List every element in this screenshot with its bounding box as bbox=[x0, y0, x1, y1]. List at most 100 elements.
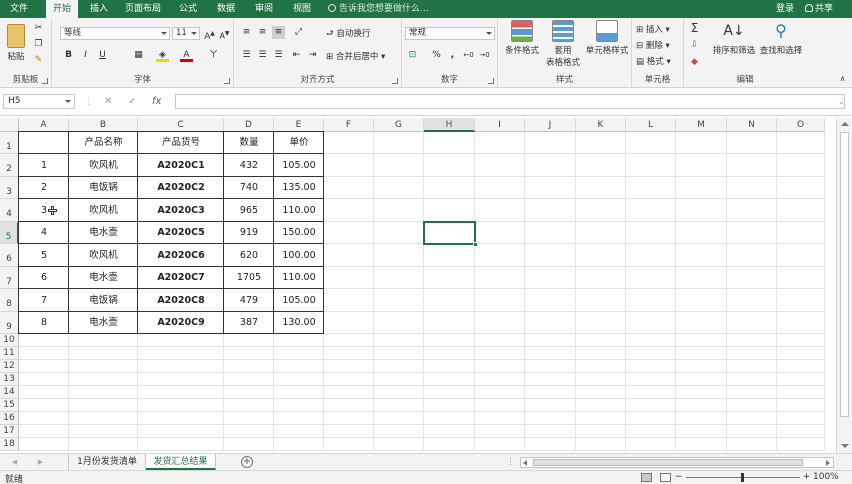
autosum-icon[interactable]: Σ bbox=[688, 22, 701, 35]
column-header-f[interactable]: F bbox=[324, 118, 374, 132]
table-cell[interactable]: 4 bbox=[19, 222, 69, 244]
conditional-format-button[interactable]: 条件格式 bbox=[501, 20, 543, 56]
number-format-combo[interactable]: 常规 bbox=[405, 27, 495, 40]
insert-cells-button[interactable]: ⊞ 插入 ▾ bbox=[636, 23, 670, 35]
table-cell[interactable]: 电水壶 bbox=[69, 312, 138, 334]
name-box[interactable]: H5 bbox=[3, 94, 75, 109]
vertical-scroll-thumb[interactable] bbox=[840, 132, 849, 417]
orientation-icon[interactable]: ⤢ bbox=[292, 26, 305, 39]
insert-function-button[interactable]: fx bbox=[152, 94, 161, 109]
row-header-8[interactable]: 8 bbox=[0, 289, 19, 312]
accounting-format-icon[interactable]: ⊡ bbox=[406, 49, 419, 62]
table-cell[interactable]: 100.00 bbox=[274, 244, 324, 267]
table-cell[interactable]: 432 bbox=[224, 154, 274, 177]
row-header-12[interactable]: 12 bbox=[0, 360, 19, 373]
tell-me-box[interactable]: 告诉我您想要做什么... bbox=[328, 0, 429, 18]
column-header-h[interactable]: H bbox=[424, 118, 475, 132]
table-cell[interactable]: 387 bbox=[224, 312, 274, 334]
table-cell[interactable]: 2 bbox=[19, 177, 69, 199]
sort-filter-button[interactable]: A↓ 排序和筛选 bbox=[710, 20, 758, 56]
zoom-slider-knob[interactable] bbox=[741, 473, 744, 482]
font-name-combo[interactable]: 等线 bbox=[60, 27, 170, 40]
tab-data[interactable]: 数据 bbox=[210, 0, 242, 18]
column-header-m[interactable]: M bbox=[676, 118, 727, 132]
tab-split-icon[interactable]: ⋮ bbox=[504, 456, 517, 469]
table-cell[interactable]: 479 bbox=[224, 289, 274, 312]
table-cell[interactable]: 吹风机 bbox=[69, 244, 138, 267]
row-header-5[interactable]: 5 bbox=[0, 222, 19, 244]
decrease-indent-icon[interactable]: ⇤ bbox=[290, 49, 303, 62]
row-header-10[interactable]: 10 bbox=[0, 334, 19, 347]
table-cell[interactable]: 吹风机 bbox=[69, 154, 138, 177]
select-all-corner[interactable] bbox=[0, 118, 19, 132]
clipboard-launcher-icon[interactable] bbox=[42, 78, 48, 84]
table-cell[interactable]: 150.00 bbox=[274, 222, 324, 244]
number-launcher-icon[interactable] bbox=[488, 78, 494, 84]
table-cell[interactable]: 1705 bbox=[224, 267, 274, 289]
table-cell[interactable]: 5 bbox=[19, 244, 69, 267]
column-header-b[interactable]: B bbox=[69, 118, 138, 132]
scroll-up-icon[interactable] bbox=[841, 122, 849, 126]
clear-icon[interactable]: ◆ bbox=[688, 56, 701, 69]
decrease-decimal-icon[interactable]: →0 bbox=[478, 49, 491, 62]
comma-button[interactable]: , bbox=[446, 49, 459, 62]
column-header-i[interactable]: I bbox=[475, 118, 525, 132]
tab-view[interactable]: 视图 bbox=[286, 0, 318, 18]
underline-button[interactable]: U bbox=[96, 49, 109, 62]
vertical-scrollbar[interactable] bbox=[836, 118, 852, 453]
font-size-combo[interactable]: 11 bbox=[172, 27, 200, 40]
row-header-17[interactable]: 17 bbox=[0, 425, 19, 438]
row-header-3[interactable]: 3 bbox=[0, 177, 19, 199]
align-center-icon[interactable]: ☰ bbox=[256, 49, 269, 62]
column-header-n[interactable]: N bbox=[727, 118, 777, 132]
font-launcher-icon[interactable] bbox=[224, 78, 230, 84]
table-cell[interactable]: 919 bbox=[224, 222, 274, 244]
row-header-6[interactable]: 6 bbox=[0, 244, 19, 267]
paste-button[interactable]: 粘贴 bbox=[3, 20, 29, 62]
table-cell[interactable]: 135.00 bbox=[274, 177, 324, 199]
table-cell[interactable]: A2020C3 bbox=[138, 199, 224, 222]
row-header-4[interactable]: 4 bbox=[0, 199, 19, 222]
add-sheet-icon[interactable]: + bbox=[241, 456, 253, 468]
table-cell[interactable]: A2020C1 bbox=[138, 154, 224, 177]
format-as-table-button[interactable]: 套用 表格格式 bbox=[545, 20, 581, 68]
table-header-cell[interactable]: 数量 bbox=[224, 132, 274, 154]
row-header-16[interactable]: 16 bbox=[0, 412, 19, 425]
tab-formulas[interactable]: 公式 bbox=[172, 0, 204, 18]
prev-sheet-icon[interactable]: ◀ bbox=[8, 456, 21, 469]
cell-styles-button[interactable]: 单元格样式 bbox=[584, 20, 630, 56]
fill-color-icon[interactable]: ◈ bbox=[156, 49, 169, 62]
column-header-o[interactable]: O bbox=[777, 118, 825, 132]
table-cell[interactable]: 8 bbox=[19, 312, 69, 334]
zoom-out-icon[interactable]: − bbox=[672, 471, 685, 483]
increase-indent-icon[interactable]: ⇥ bbox=[306, 49, 319, 62]
tab-review[interactable]: 审阅 bbox=[248, 0, 280, 18]
tab-file[interactable]: 文件 bbox=[0, 0, 38, 18]
row-header-15[interactable]: 15 bbox=[0, 399, 19, 412]
merge-center-button[interactable]: ⊞ 合并后居中 ▾ bbox=[326, 50, 385, 62]
font-color-button[interactable]: A bbox=[180, 49, 193, 62]
enter-icon[interactable]: ✓ bbox=[128, 94, 136, 109]
table-cell[interactable]: 110.00 bbox=[274, 199, 324, 222]
zoom-level[interactable]: 100% bbox=[813, 472, 839, 482]
phonetic-icon[interactable]: ㄚ bbox=[207, 49, 220, 62]
column-header-l[interactable]: L bbox=[626, 118, 676, 132]
wrap-text-button[interactable]: ⮐ 自动换行 bbox=[326, 27, 370, 42]
tab-page-layout[interactable]: 页面布局 bbox=[120, 0, 166, 18]
table-header-cell[interactable] bbox=[19, 132, 69, 154]
zoom-in-icon[interactable]: + bbox=[800, 471, 813, 483]
column-header-d[interactable]: D bbox=[224, 118, 274, 132]
align-right-icon[interactable]: ☰ bbox=[272, 49, 285, 62]
table-cell[interactable]: 3 bbox=[19, 199, 69, 222]
format-cells-button[interactable]: ▤ 格式 ▾ bbox=[636, 55, 671, 67]
formula-input[interactable] bbox=[175, 94, 845, 109]
horizontal-scrollbar[interactable] bbox=[520, 457, 834, 468]
cut-icon[interactable]: ✂ bbox=[32, 22, 45, 35]
table-cell[interactable]: 110.00 bbox=[274, 267, 324, 289]
table-cell[interactable]: 7 bbox=[19, 289, 69, 312]
column-header-k[interactable]: K bbox=[576, 118, 626, 132]
table-cell[interactable]: 电水壶 bbox=[69, 222, 138, 244]
worksheet-grid[interactable]: ABCDEFGHIJKLMNO 1 2 3 4 5 6 7 8 9 10 11 12 13 14 15 16 1… bbox=[0, 118, 836, 453]
table-cell[interactable]: 105.00 bbox=[274, 289, 324, 312]
fill-handle[interactable] bbox=[473, 242, 478, 247]
